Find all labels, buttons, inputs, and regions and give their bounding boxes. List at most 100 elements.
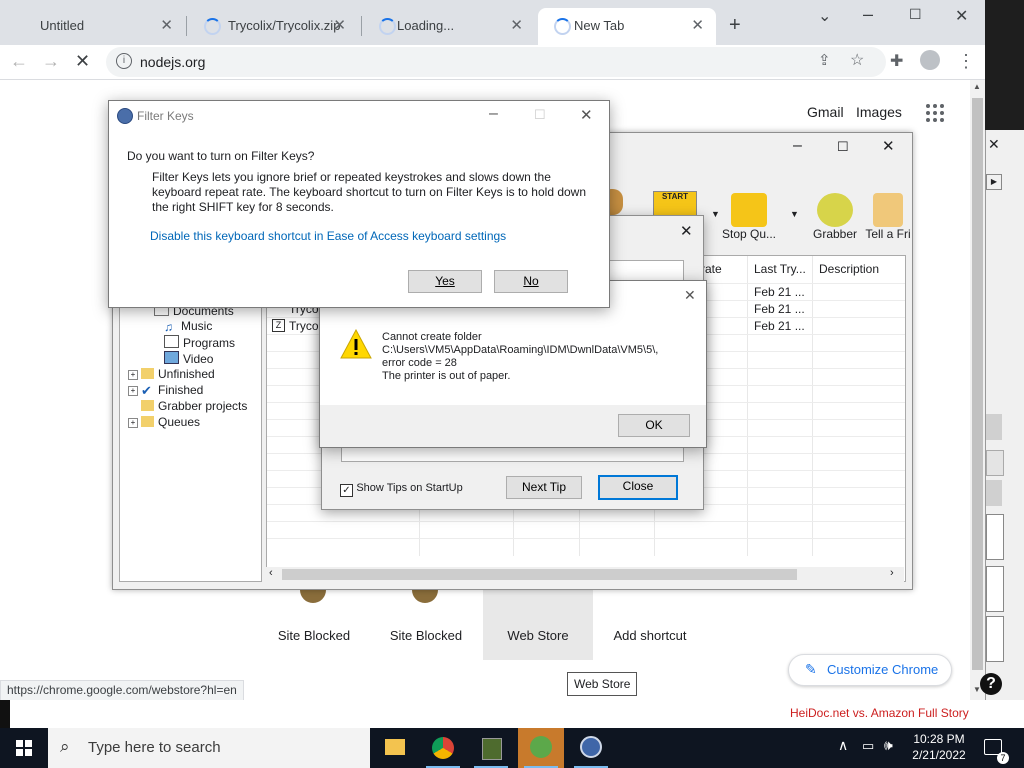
tree-item-unfinished[interactable]: + Unfinished <box>128 367 215 381</box>
grabber-button[interactable]: Grabber <box>805 193 865 241</box>
no-button[interactable]: No <box>494 270 568 293</box>
chevron-up-icon[interactable]: ∧ <box>838 737 848 754</box>
error-message: Cannot create folder C:\Users\VM5\AppDat… <box>382 331 659 382</box>
customize-chrome-button[interactable]: ✎ Customize Chrome <box>788 654 952 686</box>
tree-item-grabber-projects[interactable]: Grabber projects <box>141 399 247 413</box>
minimize-icon[interactable]: – <box>793 137 802 155</box>
bookmark-star-icon[interactable]: ☆ <box>850 50 864 70</box>
add-shortcut-tile[interactable]: Add shortcut <box>595 585 705 660</box>
close-icon[interactable]: ✕ <box>691 16 704 34</box>
tab-untitled[interactable]: Untitled ✕ <box>20 8 185 45</box>
ok-button[interactable]: OK <box>618 414 690 437</box>
horizontal-scrollbar[interactable]: ‹ › <box>266 567 904 582</box>
filter-keys-dialog: Filter Keys – ☐ ✕ Do you want to turn on… <box>108 100 610 308</box>
cell-last-try: Feb 21 ... <box>754 302 805 316</box>
help-icon[interactable]: ? <box>980 673 1002 695</box>
close-icon[interactable]: ✕ <box>580 106 593 124</box>
close-button[interactable]: Close <box>598 475 678 500</box>
shortcut-tile[interactable]: Site Blocked <box>371 577 481 660</box>
tab-new-tab[interactable]: New Tab ✕ <box>538 8 716 45</box>
expand-icon[interactable]: + <box>128 386 138 396</box>
close-icon[interactable]: ✕ <box>510 16 523 34</box>
checkbox-checked-icon[interactable]: ✓ <box>340 484 353 497</box>
search-placeholder: Type here to search <box>88 739 221 756</box>
shortcut-tile-web-store[interactable]: Web Store <box>483 577 593 660</box>
taskbar-idm[interactable] <box>518 728 564 768</box>
cell-filename[interactable]: Trycol <box>289 319 321 333</box>
clock-time: 10:28 PM <box>913 732 965 746</box>
minimize-icon[interactable]: – <box>863 4 873 25</box>
maximize-icon[interactable]: ☐ <box>909 6 922 23</box>
close-icon[interactable]: ✕ <box>333 16 346 34</box>
scrollbar-thumb[interactable] <box>282 569 797 580</box>
app-icon <box>482 738 502 760</box>
close-icon[interactable]: ✕ <box>988 136 1000 153</box>
address-bar[interactable]: i nodejs.org ⇪ ☆ <box>106 47 886 77</box>
column-header-rate[interactable]: rate <box>701 262 722 276</box>
volume-icon[interactable]: 🕪 <box>884 737 893 754</box>
google-apps-icon[interactable] <box>926 104 944 122</box>
minimize-icon[interactable]: – <box>489 105 498 123</box>
footer-link[interactable]: HeiDoc.net vs. Amazon Full Story <box>790 706 969 720</box>
no-label: No <box>523 274 539 288</box>
windows-start-icon[interactable] <box>16 740 32 756</box>
show-tips-checkbox-row[interactable]: ✓ Show Tips on StartUp <box>340 480 463 497</box>
notification-icon[interactable]: 7 <box>984 739 1009 764</box>
back-icon[interactable]: ← <box>10 51 28 72</box>
address-text[interactable]: nodejs.org <box>140 54 205 70</box>
taskbar-clock[interactable]: 10:28 PM 2/21/2022 <box>900 731 978 763</box>
tree-item-queues[interactable]: + Queues <box>128 415 200 429</box>
page-scrollbar[interactable]: ▲ ▼ <box>970 80 985 700</box>
shortcut-tile[interactable]: Site Blocked <box>259 577 369 660</box>
maximize-icon[interactable]: ☐ <box>837 139 849 155</box>
taskbar-chrome[interactable] <box>420 728 466 768</box>
tab-trycolix[interactable]: Trycolix/Trycolix.zip a ✕ <box>188 8 358 45</box>
scroll-left-icon[interactable]: ‹ <box>269 567 273 579</box>
tree-item-music[interactable]: ♫ Music <box>164 319 212 334</box>
taskbar-file-explorer[interactable] <box>372 728 418 768</box>
column-header-description[interactable]: Description <box>819 262 879 276</box>
arrow-icon[interactable]: ▶ <box>986 174 1002 190</box>
column-header-last-try[interactable]: Last Try... <box>754 262 806 276</box>
close-icon[interactable]: ✕ <box>684 287 696 304</box>
extensions-icon[interactable]: ✚ <box>890 51 903 71</box>
loading-spinner-icon <box>554 18 571 35</box>
taskbar-app[interactable] <box>468 728 514 768</box>
scroll-right-icon[interactable]: › <box>890 567 894 579</box>
new-tab-button[interactable]: + <box>729 14 741 37</box>
tree-item-finished[interactable]: + ✔ Finished <box>128 383 203 398</box>
dropdown-arrow-icon[interactable]: ▼ <box>790 209 799 219</box>
network-icon[interactable]: ▭ <box>862 738 874 754</box>
close-icon[interactable]: ✕ <box>882 137 895 155</box>
next-tip-button[interactable]: Next Tip <box>506 476 582 499</box>
yes-button[interactable]: Yes <box>408 270 482 293</box>
images-link[interactable]: Images <box>856 104 902 120</box>
taskbar-search-box[interactable]: ⌕ Type here to search <box>48 728 370 768</box>
stop-queue-button[interactable]: Stop Qu... <box>719 193 779 241</box>
stop-loading-icon[interactable]: ✕ <box>75 51 90 72</box>
close-icon[interactable]: ✕ <box>160 16 173 34</box>
forward-icon[interactable]: → <box>42 51 60 72</box>
dialog-title: Filter Keys <box>137 109 194 123</box>
menu-kebab-icon[interactable]: ⋮ <box>957 51 975 72</box>
close-icon[interactable]: ✕ <box>680 222 693 240</box>
info-icon[interactable]: i <box>116 53 132 69</box>
gmail-link[interactable]: Gmail <box>807 104 844 120</box>
close-window-icon[interactable]: ✕ <box>955 6 968 26</box>
tree-item-video[interactable]: Video <box>164 351 213 366</box>
expand-icon[interactable]: + <box>128 370 138 380</box>
scroll-up-icon[interactable]: ▲ <box>973 82 981 91</box>
panel-block <box>986 414 1002 440</box>
tab-loading[interactable]: Loading... ✕ <box>363 8 535 45</box>
ease-of-access-settings-link[interactable]: Disable this keyboard shortcut in Ease o… <box>150 229 506 243</box>
expand-icon[interactable]: + <box>128 418 138 428</box>
tab-search-icon[interactable]: ⌄ <box>818 6 831 26</box>
taskbar-ease-of-access[interactable] <box>568 728 614 768</box>
profile-avatar-icon[interactable] <box>920 50 940 70</box>
tree-label: Programs <box>183 336 236 350</box>
tree-item-programs[interactable]: Programs <box>164 335 235 350</box>
scrollbar-thumb[interactable] <box>972 98 983 670</box>
share-icon[interactable]: ⇪ <box>818 51 831 69</box>
checkmark-folder-icon: ✔ <box>141 383 152 398</box>
tell-a-friend-button[interactable]: Tell a Fri <box>865 193 911 241</box>
